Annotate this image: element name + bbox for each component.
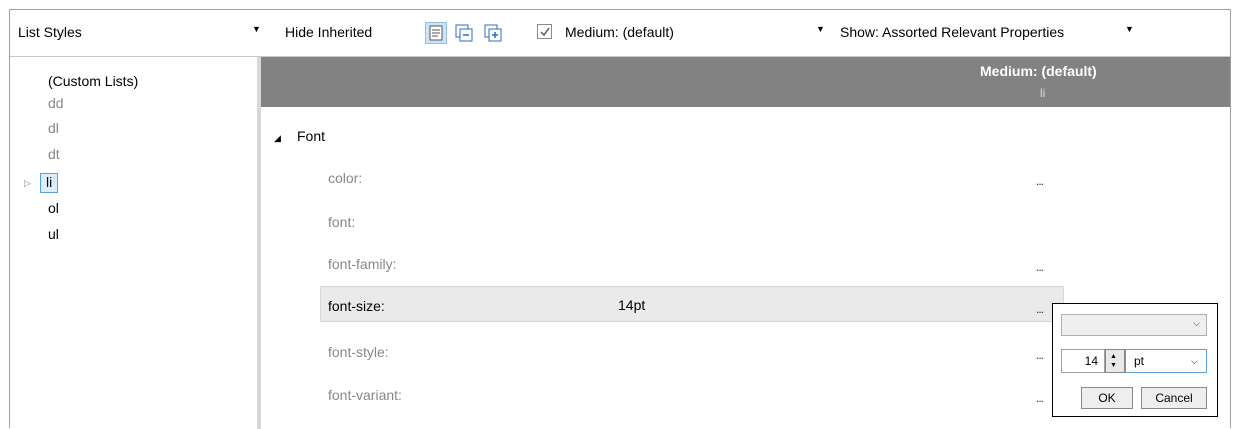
font-size-spinner[interactable]: ▲ ▼: [1105, 349, 1125, 373]
chevron-down-icon: ⌵: [1193, 318, 1200, 328]
expand-all-icon[interactable]: [482, 22, 504, 44]
show-dropdown-arrow-icon[interactable]: ▼: [1125, 24, 1134, 34]
collapse-all-icon[interactable]: [453, 22, 475, 44]
medium-dropdown[interactable]: Medium: (default): [565, 24, 674, 40]
property-font[interactable]: font:: [328, 214, 355, 230]
list-styles-dropdown-arrow-icon[interactable]: ▼: [252, 24, 261, 34]
property-font-size[interactable]: font-size:: [328, 298, 385, 314]
medium-dropdown-arrow-icon[interactable]: ▼: [816, 24, 825, 34]
medium-checkbox[interactable]: [537, 24, 552, 39]
font-family-edit-button[interactable]: ...: [1036, 260, 1044, 274]
panel-splitter[interactable]: [257, 57, 261, 429]
list-styles-dropdown[interactable]: List Styles: [18, 24, 82, 40]
list-item-ul[interactable]: ul: [48, 226, 59, 242]
list-item-li[interactable]: li: [46, 174, 52, 190]
element-list-panel: [10, 57, 257, 429]
property-font-family[interactable]: font-family:: [328, 256, 396, 272]
font-style-edit-button[interactable]: ...: [1036, 348, 1044, 362]
font-variant-edit-button[interactable]: ...: [1036, 391, 1044, 405]
property-font-size-value[interactable]: 14pt: [618, 297, 645, 313]
font-size-keyword-select[interactable]: ⌵: [1061, 314, 1207, 336]
expand-triangle-icon[interactable]: ▷: [24, 178, 31, 189]
hide-inherited-button[interactable]: Hide Inherited: [285, 24, 372, 40]
view-properties-icon[interactable]: [425, 22, 447, 44]
cancel-button[interactable]: Cancel: [1141, 387, 1207, 409]
property-row-active[interactable]: [320, 286, 1064, 322]
font-size-number-input[interactable]: 14: [1061, 349, 1105, 373]
list-item-dt[interactable]: dt: [48, 146, 60, 162]
property-font-style[interactable]: font-style:: [328, 344, 389, 360]
spin-down-icon[interactable]: ▼: [1110, 362, 1117, 369]
list-item-ol[interactable]: ol: [48, 200, 59, 216]
show-dropdown[interactable]: Show: Assorted Relevant Properties: [840, 24, 1064, 40]
font-size-edit-button[interactable]: ...: [1036, 302, 1044, 316]
chevron-down-icon: ⌵: [1191, 356, 1198, 366]
ok-button[interactable]: OK: [1081, 387, 1133, 409]
list-item-dl[interactable]: dl: [48, 120, 59, 136]
font-size-popup: ⌵ 14 ▲ ▼ pt ⌵ OK Cancel: [1052, 303, 1218, 417]
font-size-unit-select[interactable]: pt ⌵: [1125, 349, 1207, 373]
font-size-unit-value: pt: [1134, 354, 1145, 368]
collapse-triangle-icon[interactable]: ◢: [274, 133, 281, 144]
column-header-element: li: [1040, 86, 1046, 100]
toolbar: List Styles ▼ Hide Inherited Medium: (de…: [10, 10, 1230, 57]
list-item-dd[interactable]: dd: [48, 95, 64, 111]
spin-up-icon[interactable]: ▲: [1110, 353, 1117, 360]
section-font[interactable]: Font: [297, 128, 325, 144]
color-edit-button[interactable]: ...: [1036, 174, 1044, 188]
list-item-custom-lists[interactable]: (Custom Lists): [48, 73, 138, 89]
property-color[interactable]: color:: [328, 170, 362, 186]
property-font-variant[interactable]: font-variant:: [328, 387, 402, 403]
column-header-medium: Medium: (default): [980, 63, 1097, 79]
